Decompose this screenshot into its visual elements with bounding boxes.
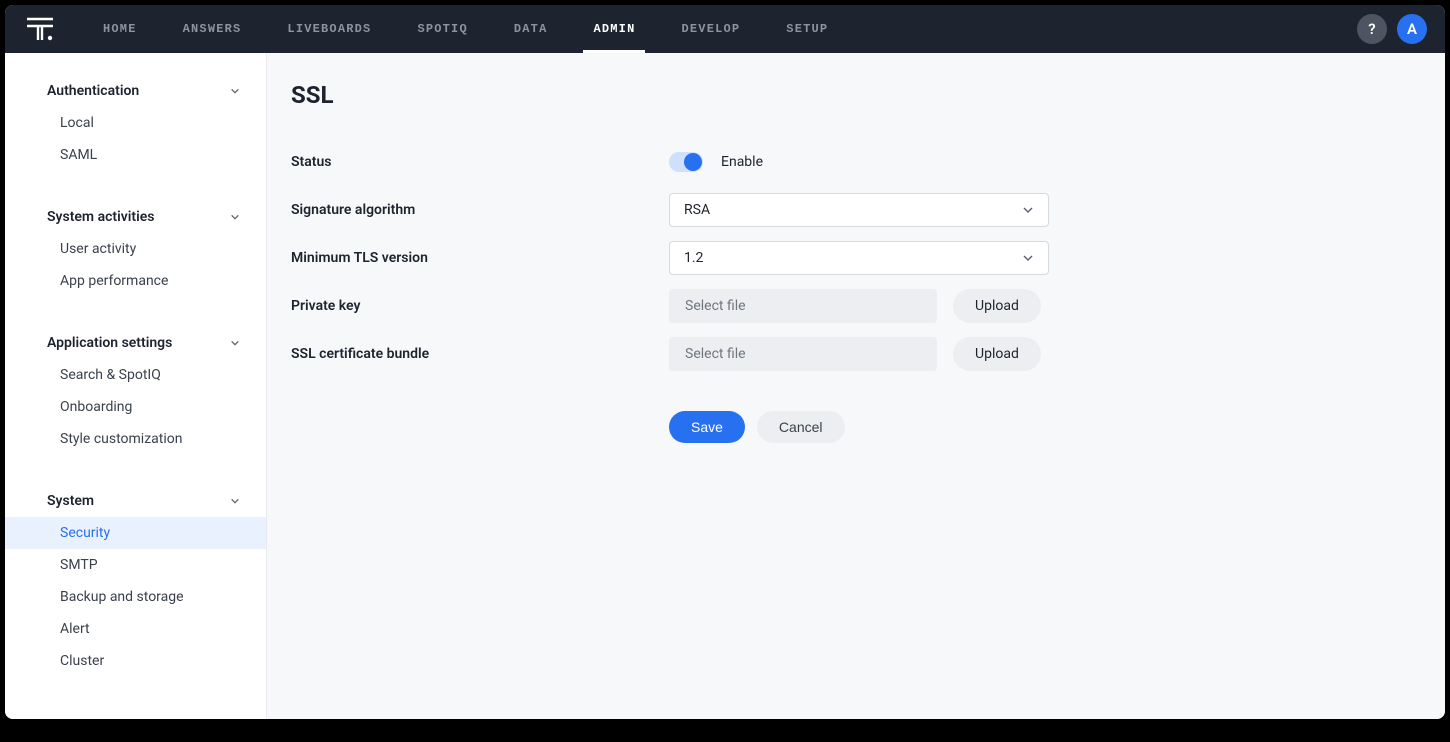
sidebar-section-title: System	[47, 493, 94, 509]
brand-logo-icon	[25, 16, 55, 42]
sidebar-section: System SecuritySMTPBackup and storageAler…	[5, 485, 266, 677]
chevron-down-icon	[230, 496, 240, 506]
nav-link-setup[interactable]: SETUP	[786, 5, 828, 53]
nav-link-data[interactable]: DATA	[514, 5, 548, 53]
chevron-down-icon	[1022, 204, 1034, 216]
nav-link-admin[interactable]: ADMIN	[593, 5, 635, 53]
page-title: SSL	[291, 81, 1405, 109]
row-ssl-bundle: SSL certificate bundle Select file Uploa…	[291, 337, 1405, 371]
nav-links: HOME ANSWERS LIVEBOARDS SPOTIQ DATA ADMIN DEVE…	[103, 5, 828, 53]
select-value: RSA	[684, 202, 710, 218]
sidebar-section-header[interactable]: System activities	[5, 201, 266, 233]
cancel-button[interactable]: Cancel	[757, 411, 845, 443]
sidebar-section-header[interactable]: System	[5, 485, 266, 517]
sidebar-item-user-activity[interactable]: User activity	[5, 233, 266, 265]
sidebar-section-title: System activities	[47, 209, 154, 225]
sidebar-item-alert[interactable]: Alert	[5, 613, 266, 645]
sidebar-item-cluster[interactable]: Cluster	[5, 645, 266, 677]
top-nav: HOME ANSWERS LIVEBOARDS SPOTIQ DATA ADMIN DEVE…	[5, 5, 1445, 53]
form-actions: Save Cancel	[669, 411, 1405, 443]
body-area: Authentication LocalSAML System activities…	[5, 53, 1445, 719]
label-ssl-bundle: SSL certificate bundle	[291, 346, 669, 362]
status-value-label: Enable	[721, 154, 763, 170]
help-button[interactable]: ?	[1357, 14, 1387, 44]
row-tls-version: Minimum TLS version 1.2	[291, 241, 1405, 275]
chevron-down-icon	[1022, 252, 1034, 264]
file-input-ssl-bundle[interactable]: Select file	[669, 337, 937, 371]
sidebar-section: Application settings Search & SpotIQOnboa…	[5, 327, 266, 455]
status-control: Enable	[669, 152, 1049, 172]
upload-button-ssl-bundle[interactable]: Upload	[953, 337, 1041, 371]
toggle-knob	[684, 153, 702, 171]
sidebar-item-local[interactable]: Local	[5, 107, 266, 139]
nav-link-develop[interactable]: DEVELOP	[681, 5, 740, 53]
sidebar-item-saml[interactable]: SAML	[5, 139, 266, 171]
nav-link-liveboards[interactable]: LIVEBOARDS	[287, 5, 371, 53]
sidebar: Authentication LocalSAML System activities…	[5, 53, 267, 719]
sidebar-section-title: Authentication	[47, 83, 139, 99]
sidebar-item-backup-and-storage[interactable]: Backup and storage	[5, 581, 266, 613]
row-signature-algorithm: Signature algorithm RSA	[291, 193, 1405, 227]
nav-link-home[interactable]: HOME	[103, 5, 137, 53]
sidebar-section-header[interactable]: Application settings	[5, 327, 266, 359]
chevron-down-icon	[230, 86, 240, 96]
row-status: Status Enable	[291, 145, 1405, 179]
sidebar-section-title: Application settings	[47, 335, 172, 351]
nav-right: ? A	[1357, 14, 1427, 44]
main-content: SSL Status Enable Signature algorithm RS…	[267, 53, 1445, 719]
sidebar-item-smtp[interactable]: SMTP	[5, 549, 266, 581]
label-status: Status	[291, 154, 669, 170]
select-value: 1.2	[684, 250, 703, 266]
nav-link-spotiq[interactable]: SPOTIQ	[417, 5, 467, 53]
chevron-down-icon	[230, 338, 240, 348]
status-toggle[interactable]	[669, 152, 703, 172]
chevron-down-icon	[230, 212, 240, 222]
save-button[interactable]: Save	[669, 411, 745, 443]
label-signature-algorithm: Signature algorithm	[291, 202, 669, 218]
app-frame: HOME ANSWERS LIVEBOARDS SPOTIQ DATA ADMIN DEVE…	[5, 5, 1445, 719]
file-input-private-key[interactable]: Select file	[669, 289, 937, 323]
select-signature-algorithm[interactable]: RSA	[669, 193, 1049, 227]
sidebar-section: Authentication LocalSAML	[5, 75, 266, 171]
sidebar-item-search-spotiq[interactable]: Search & SpotIQ	[5, 359, 266, 391]
nav-link-answers[interactable]: ANSWERS	[183, 5, 242, 53]
row-private-key: Private key Select file Upload	[291, 289, 1405, 323]
sidebar-section: System activities User activityApp perfor…	[5, 201, 266, 297]
sidebar-item-security[interactable]: Security	[5, 517, 266, 549]
label-tls-version: Minimum TLS version	[291, 250, 669, 266]
label-private-key: Private key	[291, 298, 669, 314]
select-tls-version[interactable]: 1.2	[669, 241, 1049, 275]
sidebar-item-onboarding[interactable]: Onboarding	[5, 391, 266, 423]
sidebar-section-header[interactable]: Authentication	[5, 75, 266, 107]
sidebar-item-style-customization[interactable]: Style customization	[5, 423, 266, 455]
sidebar-item-app-performance[interactable]: App performance	[5, 265, 266, 297]
upload-button-private-key[interactable]: Upload	[953, 289, 1041, 323]
avatar-button[interactable]: A	[1397, 14, 1427, 44]
